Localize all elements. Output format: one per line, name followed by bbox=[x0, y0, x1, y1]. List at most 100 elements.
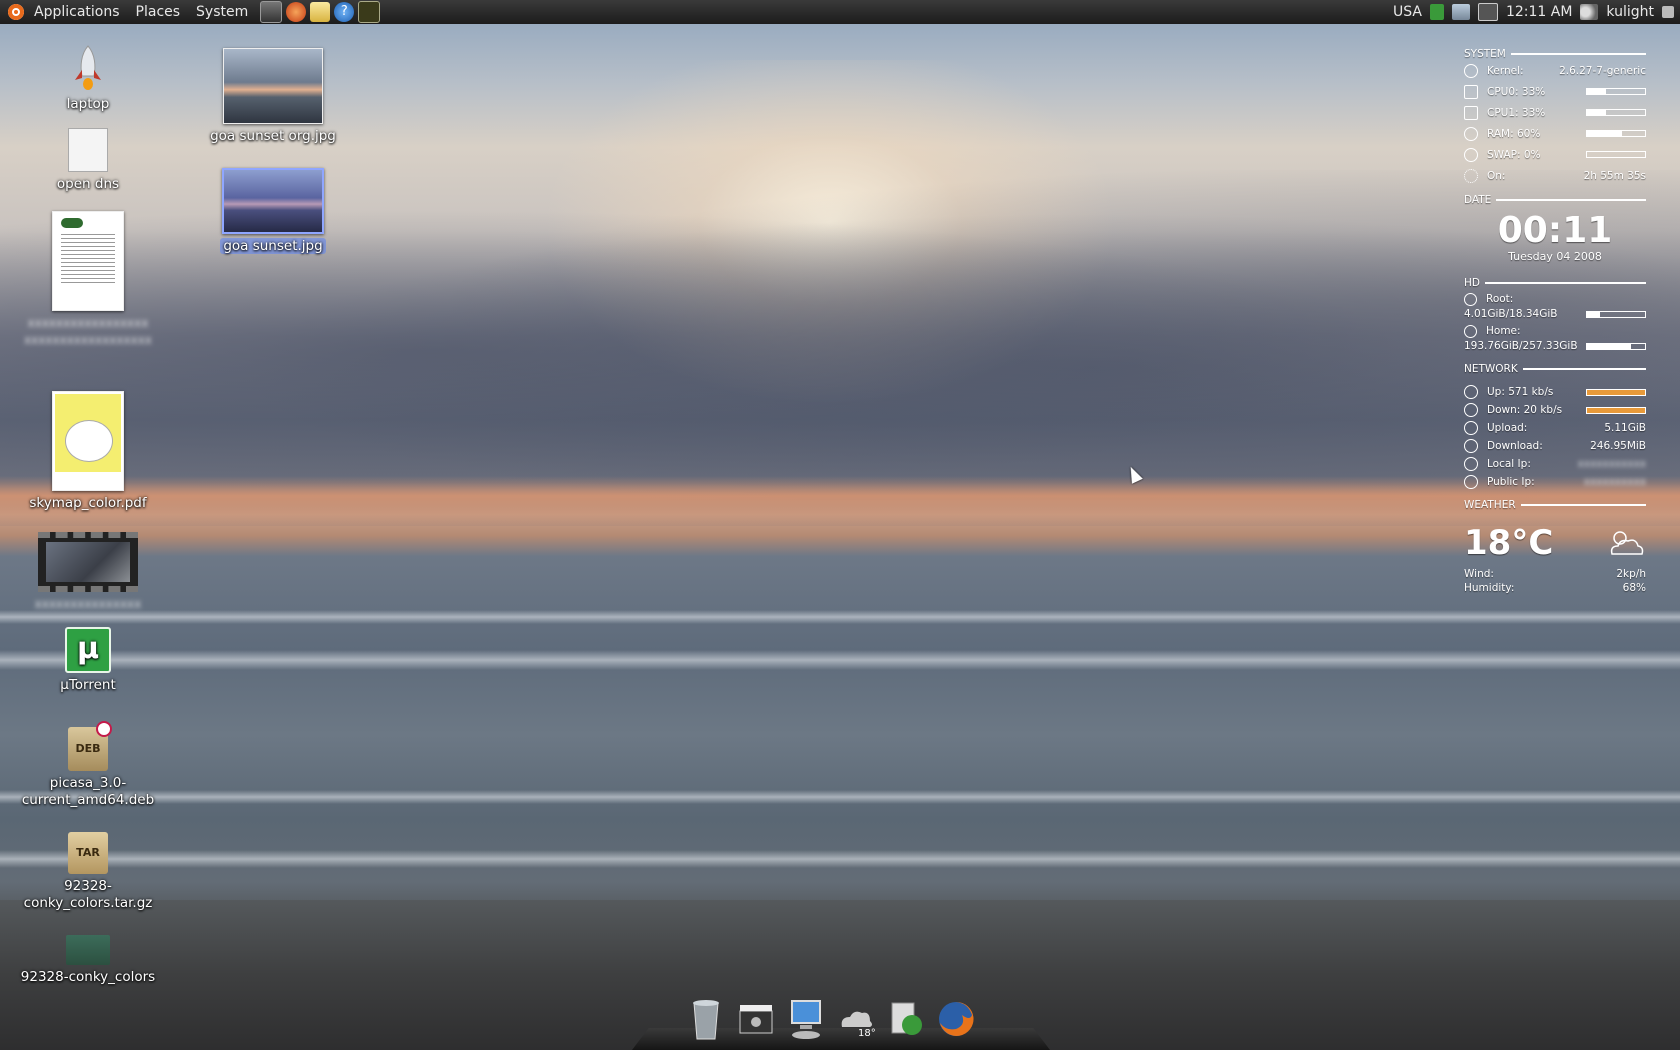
wind-row: Wind: 2kp/h bbox=[1464, 567, 1646, 581]
section-title: HD bbox=[1464, 277, 1480, 289]
computer-icon[interactable] bbox=[786, 997, 826, 1039]
help-launcher-icon[interactable]: ? bbox=[334, 2, 355, 22]
document-thumbnail bbox=[52, 211, 124, 311]
menu-applications[interactable]: Applications bbox=[26, 0, 128, 24]
terminal-launcher-icon[interactable] bbox=[260, 1, 283, 23]
ubuntu-logo-icon[interactable] bbox=[8, 4, 24, 20]
desktop-icon-conky-tar[interactable]: TAR 92328-conky_colors.tar.gz bbox=[13, 832, 163, 912]
messaging-tray-icon[interactable] bbox=[1451, 4, 1470, 20]
kernel-row: Kernel: 2.6.27-7-generic bbox=[1464, 60, 1646, 81]
public-ip-value-redacted: xxxxxxxxxx bbox=[1583, 476, 1646, 488]
section-title: WEATHER bbox=[1464, 499, 1516, 511]
firefox-icon[interactable] bbox=[936, 997, 976, 1039]
net-up-label: Up: 571 kb/s bbox=[1487, 386, 1554, 398]
cpu1-label: CPU1: 33% bbox=[1487, 106, 1546, 119]
menu-system[interactable]: System bbox=[188, 0, 256, 24]
cpu-icon bbox=[1464, 105, 1478, 120]
desktop-icon-utorrent[interactable]: µ µTorrent bbox=[13, 627, 163, 694]
upload-icon bbox=[1464, 421, 1478, 435]
partly-cloudy-icon bbox=[1604, 526, 1646, 561]
cpu0-row: CPU0: 33% bbox=[1464, 81, 1646, 102]
uptime-icon bbox=[1464, 168, 1478, 183]
firefox-launcher-icon[interactable] bbox=[286, 2, 307, 22]
pdf-thumbnail bbox=[52, 391, 124, 491]
panel-clock[interactable]: 12:11 AM bbox=[1506, 4, 1572, 20]
menu-places[interactable]: Places bbox=[128, 0, 189, 24]
disk-icon bbox=[1464, 324, 1477, 338]
net-up-graph bbox=[1586, 388, 1646, 396]
package-type-badge: TAR bbox=[76, 846, 100, 859]
plus-icon bbox=[1464, 457, 1478, 471]
dock-weather-temp: 18° bbox=[858, 1028, 876, 1039]
rocket-icon bbox=[71, 44, 105, 92]
wind-value: 2kp/h bbox=[1616, 568, 1646, 580]
public-ip-row: Public Ip: xxxxxxxxxx bbox=[1464, 473, 1646, 491]
section-title: NETWORK bbox=[1464, 363, 1518, 375]
cpu1-row: CPU1: 33% bbox=[1464, 102, 1646, 123]
user-switcher[interactable]: kulight bbox=[1606, 4, 1654, 20]
desktop-icon-label: µTorrent bbox=[60, 677, 116, 693]
local-ip-row: Local Ip: xxxxxxxxxxx bbox=[1464, 455, 1646, 473]
utorrent-tray-icon[interactable] bbox=[1429, 4, 1444, 20]
net-down-graph bbox=[1586, 406, 1646, 414]
desktop-icon-skymap[interactable]: skymap_color.pdf bbox=[13, 391, 163, 512]
uptime-row: On: 2h 55m 35s bbox=[1464, 165, 1646, 186]
wallpaper-wave bbox=[0, 790, 1680, 804]
image-thumbnail bbox=[223, 48, 323, 124]
dock bbox=[632, 993, 1050, 1050]
redacted-label: xxxxxxxxxxxxxxx bbox=[34, 597, 142, 611]
section-header: DATE bbox=[1464, 194, 1646, 206]
desktop-icon-label: skymap_color.pdf bbox=[29, 495, 147, 511]
uptime-label: On: bbox=[1487, 169, 1506, 182]
weather-main: 18°C bbox=[1464, 523, 1646, 563]
keyboard-layout-indicator[interactable]: USA bbox=[1393, 4, 1422, 20]
clapperboard-icon[interactable] bbox=[736, 997, 776, 1039]
plus-icon bbox=[1464, 475, 1478, 489]
conky-date: Tuesday 04 2008 bbox=[1508, 250, 1602, 263]
software-update-icon[interactable] bbox=[886, 997, 926, 1039]
shutdown-icon[interactable] bbox=[1662, 6, 1674, 18]
root-bar bbox=[1586, 310, 1646, 318]
wind-label: Wind: bbox=[1464, 568, 1494, 580]
desktop-icon-open-dns[interactable]: open dns bbox=[13, 128, 163, 193]
image-thumbnail bbox=[222, 168, 324, 234]
desktop-icon-label: goa sunset.jpg bbox=[220, 238, 326, 254]
desktop-icon-conky-folder[interactable]: 92328-conky_colors bbox=[13, 935, 163, 986]
main-menu: Applications Places System ? bbox=[0, 0, 382, 24]
net-down-label: Down: 20 kb/s bbox=[1487, 404, 1563, 416]
upload-label: Upload: bbox=[1487, 422, 1528, 434]
network-tray-icon[interactable] bbox=[1477, 3, 1498, 21]
desktop-icon-label: 92328-conky_colors bbox=[20, 969, 156, 985]
hd-home: Home: 193.76GiB/257.33GiB bbox=[1464, 323, 1646, 353]
section-header: WEATHER bbox=[1464, 499, 1646, 511]
root-value: 4.01GiB/18.34GiB bbox=[1464, 308, 1558, 320]
desktop-icon-label: picasa_3.0-current_amd64.deb bbox=[21, 775, 155, 808]
mail-launcher-icon[interactable] bbox=[310, 2, 331, 22]
desktop-icon-goa-sunset-org[interactable]: goa sunset org.jpg bbox=[198, 48, 348, 145]
uptime-value: 2h 55m 35s bbox=[1583, 169, 1646, 182]
wallpaper-wave bbox=[0, 650, 1680, 670]
desktop-icon-picasa-deb[interactable]: DEB picasa_3.0-current_amd64.deb bbox=[13, 721, 163, 809]
download-icon bbox=[1464, 439, 1478, 453]
download-label: Download: bbox=[1487, 440, 1543, 452]
home-value: 193.76GiB/257.33GiB bbox=[1464, 340, 1578, 352]
local-ip-value-redacted: xxxxxxxxxxx bbox=[1577, 458, 1646, 470]
volume-tray-icon[interactable] bbox=[1580, 4, 1599, 20]
swap-row: SWAP: 0% bbox=[1464, 144, 1646, 165]
desktop-icon-document-redacted[interactable]: xxxxxxxxxxxxxxxxx xxxxxxxxxxxxxxxxxx bbox=[13, 211, 163, 349]
desktop-icon-goa-sunset[interactable]: goa sunset.jpg bbox=[198, 168, 348, 255]
home-bar bbox=[1586, 342, 1646, 350]
trash-icon[interactable] bbox=[686, 997, 726, 1040]
desktop-icon-video[interactable]: xxxxxxxxxxxxxxx bbox=[13, 532, 163, 613]
conky-clock: 00:11 bbox=[1497, 210, 1613, 251]
memory-icon bbox=[1464, 126, 1478, 141]
desktop-icon-laptop[interactable]: laptop bbox=[13, 44, 163, 113]
system-monitor-launcher-icon[interactable] bbox=[358, 1, 381, 23]
ram-label: RAM: 60% bbox=[1487, 127, 1541, 140]
folder-icon bbox=[66, 935, 110, 965]
section-header: HD bbox=[1464, 277, 1646, 289]
gear-icon bbox=[1464, 63, 1478, 78]
root-label: Root: bbox=[1486, 293, 1514, 305]
download-total-row: Download: 246.95MiB bbox=[1464, 437, 1646, 455]
section-title: SYSTEM bbox=[1464, 48, 1506, 60]
